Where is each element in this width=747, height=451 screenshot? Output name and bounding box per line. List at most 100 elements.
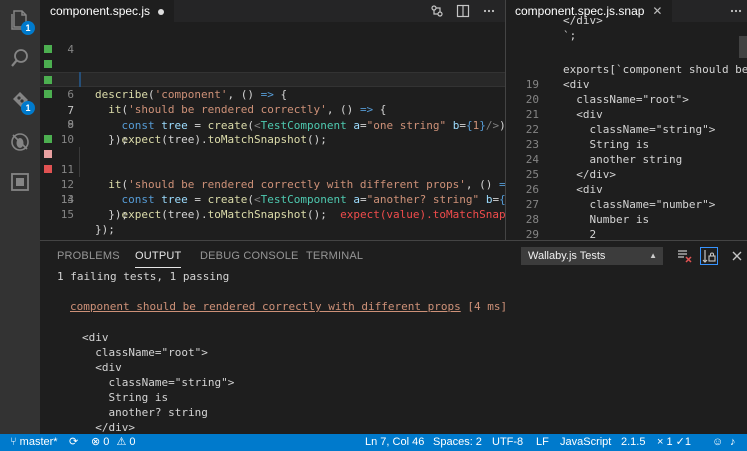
code-text: <div — [563, 183, 603, 196]
snapshot-editor[interactable]: </div> `; exports[`component should be r… — [506, 13, 747, 240]
line-number: 15 — [60, 208, 74, 221]
line-number: 20 — [525, 93, 539, 106]
tab-output[interactable]: OUTPUT — [135, 250, 182, 268]
line-ending[interactable]: LF — [536, 434, 549, 451]
error-icon: ⊗ — [91, 436, 101, 448]
cursor-position[interactable]: Ln 7, Col 46 — [365, 434, 424, 451]
line-number: 23 — [525, 138, 539, 151]
explorer-badge: 1 — [21, 21, 35, 35]
extensions-button[interactable] — [0, 164, 40, 200]
tab-component-spec-js[interactable]: component.spec.js — [40, 0, 175, 22]
code-line: 4 — [40, 27, 505, 56]
sync-icon[interactable]: ⟳ — [69, 434, 78, 451]
code-text: className="string"> — [563, 123, 716, 136]
feedback-icon[interactable]: ☺ — [712, 434, 723, 451]
code-text: }); — [95, 223, 115, 236]
snapshot-line: className="string"> — [82, 376, 235, 389]
snapshot-line: </div> — [82, 421, 135, 434]
pass-indicator-icon — [44, 90, 52, 98]
snapshot-line: <div — [82, 361, 122, 374]
status-bar: ⑂ master* ⟳ ⊗ 0 ⚠ 0 Ln 7, Col 46 Spaces:… — [0, 434, 747, 451]
test-summary: 1 failing tests, 1 passing — [57, 270, 230, 283]
code-text: 2 — [563, 228, 597, 240]
bell-icon[interactable]: ♪ — [730, 434, 736, 451]
dirty-dot-icon[interactable] — [158, 8, 165, 15]
line-number: 22 — [525, 123, 539, 136]
encoding[interactable]: UTF-8 — [492, 434, 523, 451]
code-text: <div — [563, 78, 590, 91]
code-line: 9 }); — [40, 102, 505, 146]
code-line: 13 expect(tree).toMatchSnapshot(); expec… — [40, 162, 505, 221]
search-button[interactable] — [0, 40, 40, 76]
failing-test-time: [4 ms] — [467, 300, 508, 313]
more-actions-icon[interactable] — [481, 3, 497, 19]
code-editor[interactable]: 4 5 describe('component', () => { 6 it('… — [40, 22, 505, 240]
cursor-line-marker — [79, 72, 81, 87]
code-line: 12 const tree = create(<TestComponent a=… — [40, 147, 505, 206]
source-control-button[interactable]: 1 — [0, 82, 40, 118]
code-line: 15 }); — [40, 192, 505, 236]
code-text: `; — [563, 29, 577, 42]
indent-guide — [79, 147, 80, 177]
output-channel-select[interactable]: Wallaby.js Tests ▲ — [521, 247, 663, 265]
source-control-badge: 1 — [21, 101, 35, 115]
code-line: 6 it('should be rendered correctly', () … — [40, 57, 505, 116]
fail-indicator-icon — [44, 165, 52, 173]
language-mode[interactable]: JavaScript — [560, 434, 611, 451]
code-line: 5 describe('component', () => { — [40, 42, 505, 101]
error-count: 0 — [103, 436, 110, 448]
line-number: 27 — [525, 198, 539, 211]
failing-test-line: component should be rendered correctly w… — [70, 299, 507, 314]
failing-test-link[interactable]: component should be rendered correctly w… — [70, 300, 461, 313]
wallaby-status[interactable]: × 1 ✓1 — [657, 434, 691, 451]
scroll-lock-icon[interactable] — [700, 247, 718, 265]
explorer-button[interactable]: 1 — [0, 2, 40, 38]
open-changes-icon[interactable] — [429, 3, 445, 19]
code-line-current: 7 const tree = create(<TestComponent a="… — [40, 72, 505, 132]
git-branch-icon: ⑂ — [10, 436, 17, 448]
typescript-version[interactable]: 2.1.5 — [621, 434, 645, 451]
inline-error-message: expect(value).toMatchSnapshot() — [340, 208, 505, 221]
snapshot-line: String is — [82, 391, 169, 404]
split-editor-icon[interactable] — [455, 3, 471, 19]
line-number: 28 — [525, 213, 539, 226]
extensions-icon — [11, 173, 29, 191]
line-number: 21 — [525, 108, 539, 121]
code-line: 10 — [40, 117, 505, 146]
code-text: className="number"> — [563, 198, 716, 211]
fail-indicator-icon — [44, 150, 52, 158]
chevron-updown-icon: ▲ — [649, 251, 657, 260]
line-number: 24 — [525, 153, 539, 166]
line-number: 26 — [525, 183, 539, 196]
editor-group-left: component.spec.js 4 5 describe('componen… — [40, 0, 505, 240]
code-text: }); — [95, 208, 129, 221]
warning-count: 0 — [129, 436, 136, 448]
code-text: exports[`component should be re — [563, 63, 747, 76]
tab-terminal[interactable]: TERMINAL — [306, 250, 363, 262]
clear-output-icon[interactable] — [675, 247, 693, 265]
pass-indicator-icon — [44, 60, 52, 68]
code-text: Number is — [563, 213, 650, 226]
debug-icon — [11, 133, 29, 151]
tab-label: component.spec.js — [50, 4, 151, 18]
problems-indicator[interactable]: ⊗ 0 ⚠ 0 — [91, 434, 136, 451]
scrollbar-thumb[interactable] — [739, 36, 747, 58]
tab-debug-console[interactable]: DEBUG CONSOLE — [200, 250, 299, 262]
search-icon — [11, 49, 28, 67]
code-text: className="root"> — [563, 93, 689, 106]
activity-bar: 1 1 — [0, 0, 40, 434]
close-panel-icon[interactable] — [728, 247, 746, 265]
code-text: <div — [563, 108, 603, 121]
indentation[interactable]: Spaces: 2 — [433, 434, 482, 451]
code-line: 14 }); — [40, 177, 505, 221]
warning-icon: ⚠ — [116, 436, 127, 448]
branch-indicator[interactable]: ⑂ master* — [10, 434, 58, 451]
tab-problems[interactable]: PROBLEMS — [57, 250, 120, 262]
branch-label: master* — [19, 436, 58, 448]
editor-group-right: component.spec.js.snap ✕ </div> `; export… — [506, 0, 747, 240]
code-text: </div> — [563, 168, 616, 181]
pass-indicator-icon — [44, 45, 52, 53]
bottom-panel: PROBLEMS OUTPUT DEBUG CONSOLE TERMINAL W… — [40, 240, 747, 434]
debug-button[interactable] — [0, 124, 40, 160]
line-number: 29 — [525, 228, 539, 240]
